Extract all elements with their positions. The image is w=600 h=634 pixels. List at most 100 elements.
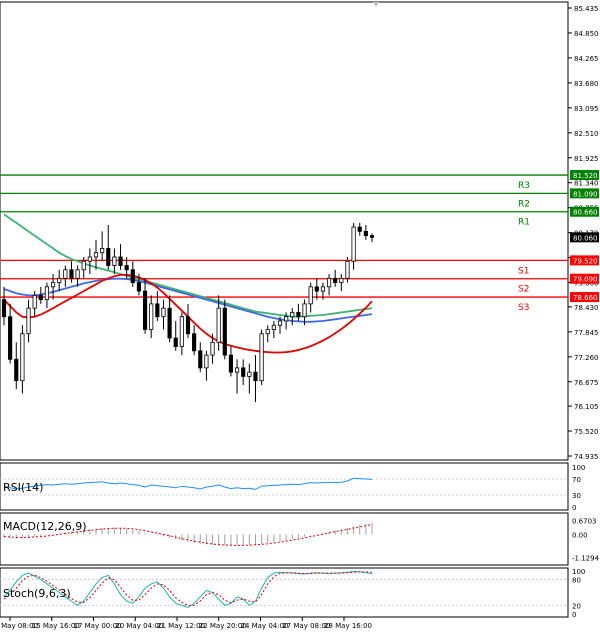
- price-tick-label: 84.265: [574, 55, 599, 63]
- candle-body: [1, 299, 7, 318]
- candle-body: [234, 367, 240, 373]
- level-label-r2: R2: [518, 199, 530, 209]
- price-tick-label: 76.105: [574, 403, 599, 411]
- candle-body: [26, 307, 31, 335]
- price-tags: 81.520 81.090 80.660 79.520 79.090 78.660 80.0…: [570, 170, 599, 303]
- candle-body: [277, 320, 283, 326]
- candle-body: [112, 256, 117, 266]
- candle-body: [314, 286, 319, 292]
- candle-body: [149, 303, 154, 330]
- stoch-tick-label: 20: [572, 602, 581, 610]
- price-tick-label: 81.340: [574, 180, 599, 188]
- level-label-r1: R1: [518, 218, 530, 228]
- candle-body: [32, 294, 37, 309]
- candle-body: [320, 286, 326, 292]
- candle-body: [326, 277, 332, 288]
- candle-body: [50, 282, 56, 288]
- candle-body: [69, 269, 74, 279]
- candle-body: [173, 337, 178, 347]
- price-tick-label: 83.095: [574, 105, 599, 113]
- price-tick-label: 75.520: [574, 428, 599, 436]
- stoch-tick-label: 0: [572, 611, 576, 619]
- candle-body: [247, 371, 252, 377]
- rsi-tick-label: 30: [572, 492, 581, 500]
- price-tick-label: 76.675: [574, 379, 599, 387]
- forex-chart: R3 R2 R1 S1 S2 S3 85.435 84.850 84.265 83.680 83.…: [0, 0, 600, 634]
- candle-body: [198, 350, 203, 369]
- candle-body: [155, 303, 160, 318]
- candle-body: [142, 290, 148, 330]
- price-tick-label: 78.430: [574, 304, 599, 312]
- candle-body: [38, 294, 43, 301]
- candle-body: [63, 269, 68, 279]
- macd-title: MACD(12,26,9): [3, 520, 87, 533]
- price-tick-label: 77.845: [574, 329, 599, 337]
- rsi-title: RSI(14): [3, 481, 43, 494]
- price-tick-label: 82.510: [574, 130, 599, 138]
- candle: [222, 299, 227, 360]
- level-tag-label: 81.520: [573, 172, 598, 180]
- candle-body: [210, 341, 215, 356]
- level-tag-label: 79.090: [573, 276, 598, 284]
- level-label-s2: S2: [518, 285, 529, 295]
- candle-body: [136, 282, 142, 292]
- level-tag-label: 78.660: [573, 294, 598, 302]
- candle-body: [296, 312, 301, 318]
- candle-body: [93, 252, 99, 258]
- price-tick-label: 81.925: [574, 155, 599, 163]
- candle-body: [100, 248, 105, 254]
- candle-body: [81, 260, 86, 271]
- candle-body: [118, 256, 123, 266]
- candle-body: [75, 269, 80, 279]
- candle-body: [124, 265, 129, 271]
- stoch-title: Stoch(9,6,3): [3, 587, 71, 600]
- price-tick-label: 77.260: [574, 354, 599, 362]
- candle-body: [192, 333, 197, 352]
- candle-body: [259, 333, 264, 382]
- candle-body: [253, 371, 258, 382]
- rsi-tick-label: 0: [572, 504, 576, 512]
- candle-body: [265, 329, 270, 335]
- candle-body: [130, 269, 135, 283]
- macd-tick-label: 0.00: [572, 531, 588, 539]
- price-tick-label: 74.935: [574, 453, 599, 461]
- candle-body: [8, 316, 13, 360]
- candle-body: [216, 307, 221, 343]
- candle-body: [204, 354, 209, 369]
- price-tick-label: 85.435: [574, 5, 599, 13]
- candle-body: [179, 316, 184, 347]
- candle-body: [161, 307, 166, 318]
- candle-body: [20, 333, 25, 382]
- level-label-s1: S1: [518, 266, 529, 276]
- candle-body: [333, 277, 338, 283]
- macd-tick-label: 0.6703: [572, 518, 597, 526]
- level-label-s3: S3: [518, 303, 529, 313]
- candle-body: [308, 286, 313, 305]
- level-tag-label: 81.090: [573, 190, 598, 198]
- candle-body: [369, 235, 375, 238]
- level-label-r3: R3: [518, 181, 530, 191]
- candle-body: [106, 248, 111, 266]
- candle-body: [87, 256, 92, 262]
- candle-body: [345, 260, 350, 279]
- candle-body: [241, 367, 246, 377]
- candle-body: [14, 358, 19, 382]
- time-tick-label: 28 May 16:00: [324, 622, 372, 630]
- candle: [259, 329, 264, 385]
- candle-body: [290, 312, 295, 318]
- candle-body: [271, 324, 276, 330]
- level-tag-label: 80.660: [573, 209, 598, 217]
- price-tick-label: 83.680: [574, 80, 599, 88]
- rsi-tick-label: 70: [572, 476, 581, 484]
- candle-body: [339, 277, 344, 283]
- candle-body: [302, 303, 307, 318]
- candle-body: [363, 230, 368, 237]
- candle-body: [357, 226, 362, 232]
- candle-body: [185, 316, 191, 335]
- candle-body: [167, 307, 172, 339]
- candle-body: [222, 307, 227, 356]
- stoch-tick-label: 80: [572, 577, 581, 585]
- candle-body: [44, 286, 50, 301]
- candle-body: [284, 316, 289, 322]
- macd-tick-label: -1.1294: [572, 554, 600, 562]
